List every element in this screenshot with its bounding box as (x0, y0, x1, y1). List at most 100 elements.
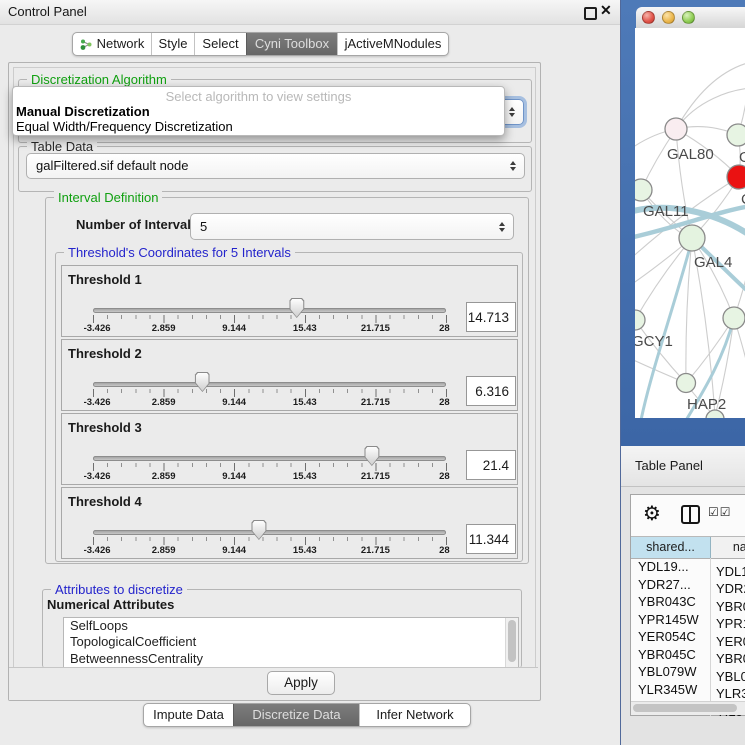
node-gcy1[interactable] (635, 310, 645, 330)
cell-shared-name[interactable]: YBR043C (631, 593, 711, 611)
table-row[interactable]: YBR043CYBR0 (631, 593, 745, 611)
node-label-partial-c: C (741, 191, 745, 208)
node-gal80[interactable] (665, 118, 687, 140)
tab-style[interactable]: Style (151, 33, 194, 55)
popup-option-equal-width-frequency[interactable]: Equal Width/Frequency Discretization (16, 119, 233, 134)
group-title-thresholds: Threshold's Coordinates for 5 Intervals (64, 245, 295, 260)
cell-shared-name[interactable]: YPR145W (631, 611, 711, 629)
cell-shared-name[interactable]: YBR045C (631, 646, 711, 664)
slider-thumb[interactable] (289, 298, 304, 318)
slider-track[interactable] (93, 530, 446, 535)
threshold-value-field[interactable]: 21.4 (466, 450, 516, 480)
tick-label: 9.144 (222, 397, 246, 408)
tab-infer-network[interactable]: Infer Network (359, 704, 470, 726)
cell-shared-name[interactable]: YDL19... (631, 558, 711, 576)
slider-thumb[interactable] (195, 372, 210, 392)
column-header-shared-name[interactable]: shared... (631, 537, 711, 558)
close-icon[interactable]: ✕ (600, 2, 612, 19)
tab-impute-data[interactable]: Impute Data (144, 704, 233, 726)
close-traffic-light-icon[interactable] (642, 11, 655, 24)
tab-jactivemnodules[interactable]: jActiveMNodules (337, 33, 448, 55)
node-gal4[interactable] (679, 225, 705, 251)
network-canvas[interactable]: GAL80 GAL11 GAL4 GCY1 HAP2 G C (635, 28, 745, 418)
tick-label: 15.43 (293, 323, 317, 334)
list-item[interactable]: BetweennessCentrality (64, 651, 518, 667)
threshold-value-field[interactable]: 14.713 (466, 302, 516, 332)
tick-label: 2.859 (152, 397, 176, 408)
tick-label: 9.144 (222, 545, 246, 556)
table-row[interactable]: YPR145WYPR1 (631, 611, 745, 629)
tick-label: 15.43 (293, 471, 317, 482)
cell-shared-name[interactable]: YBL079W (631, 663, 711, 681)
tab-cyni-toolbox[interactable]: Cyni Toolbox (246, 33, 337, 55)
node-right[interactable] (723, 307, 745, 329)
tick-label: 28 (439, 323, 450, 334)
slider-track[interactable] (93, 382, 446, 387)
numerical-attributes-list[interactable]: SelfLoops TopologicalCoefficient Between… (63, 617, 519, 668)
tab-label: Network (97, 33, 145, 55)
tab-discretize-data[interactable]: Discretize Data (233, 704, 359, 726)
table-row[interactable]: YBR045CYBR0 (631, 646, 745, 664)
slider-thumb[interactable] (364, 446, 379, 466)
slider-thumb[interactable] (251, 520, 266, 540)
apply-button[interactable]: Apply (267, 671, 335, 695)
column-layout-icon[interactable] (681, 505, 700, 524)
cell-shared-name[interactable]: YDR27... (631, 576, 711, 594)
scrollbar-thumb[interactable] (508, 620, 516, 662)
threshold-panel-4: Threshold 4 -3.426 2.859 9.144 15.43 21.… (61, 487, 518, 559)
list-item[interactable]: SelfLoops (64, 618, 518, 634)
bottom-tab-bar: Impute Data Discretize Data Infer Networ… (143, 703, 471, 727)
scrollbar-thumb[interactable] (633, 704, 737, 712)
table-row[interactable]: YLR345WYLR3 (631, 681, 745, 699)
table-row[interactable]: YER054CYER0 (631, 628, 745, 646)
gear-icon[interactable]: ⚙ (643, 501, 661, 525)
network-icon (80, 38, 93, 51)
tab-label: Discretize Data (252, 704, 340, 726)
number-of-intervals-spinner[interactable]: 5 (190, 213, 514, 240)
popup-option-manual-discretization[interactable]: Manual Discretization (16, 104, 150, 119)
number-of-intervals-value: 5 (200, 214, 207, 239)
horizontal-scrollbar[interactable] (631, 701, 745, 715)
cell-shared-name[interactable]: YER054C (631, 628, 711, 646)
tab-label: Infer Network (376, 704, 453, 726)
tick-label: 21.715 (361, 471, 390, 482)
threshold-slider[interactable]: -3.426 2.859 9.144 15.43 21.715 28 (93, 414, 446, 484)
network-window-titlebar[interactable] (636, 7, 745, 29)
group-title-attributes: Attributes to discretize (51, 582, 187, 597)
slider-ticks-major (93, 463, 447, 471)
threshold-value-field[interactable]: 6.316 (466, 376, 516, 406)
node-gal11[interactable] (635, 179, 652, 201)
table-row[interactable]: YBL079WYBL0 (631, 663, 745, 681)
zoom-traffic-light-icon[interactable] (682, 11, 695, 24)
table-row[interactable]: YDL19...YDL1 (631, 558, 745, 576)
table-row[interactable]: YDR27...YDR2 (631, 576, 745, 594)
numerical-attributes-heading: Numerical Attributes (47, 597, 174, 612)
node-label-gcy1: GCY1 (635, 333, 673, 350)
column-header-name[interactable]: name (711, 537, 745, 558)
slider-track[interactable] (93, 456, 446, 461)
threshold-panel-1: Threshold 1 -3.426 2.859 9.144 15.43 21.… (61, 265, 518, 337)
threshold-slider[interactable]: -3.426 2.859 9.144 15.43 21.715 28 (93, 340, 446, 410)
node-red-selected[interactable] (727, 165, 745, 189)
list-item[interactable]: TopologicalCoefficient (64, 634, 518, 650)
tab-label: Select (202, 33, 238, 55)
tab-select[interactable]: Select (194, 33, 246, 55)
cell-shared-name[interactable]: YLR345W (631, 681, 711, 699)
list-scrollbar[interactable] (505, 618, 518, 667)
tick-label: 21.715 (361, 397, 390, 408)
screenshot-root: Control Panel ✕ Network Style Select (0, 0, 745, 745)
float-window-icon[interactable] (584, 7, 597, 20)
minimize-traffic-light-icon[interactable] (662, 11, 675, 24)
select-columns-icon[interactable]: ☑☑ (708, 505, 732, 519)
tick-label: 9.144 (222, 471, 246, 482)
threshold-slider[interactable]: -3.426 2.859 9.144 15.43 21.715 28 (93, 266, 446, 336)
table-data-combobox[interactable]: galFiltered.sif default node (26, 153, 525, 179)
threshold-slider[interactable]: -3.426 2.859 9.144 15.43 21.715 28 (93, 488, 446, 558)
tab-network[interactable]: Network (73, 33, 151, 55)
node-top-right[interactable] (727, 124, 745, 146)
slider-track[interactable] (93, 308, 446, 313)
threshold-value-field[interactable]: 11.344 (466, 524, 516, 554)
table-panel-title: Table Panel (635, 446, 703, 486)
table-body: YDL19...YDL1 YDR27...YDR2 YBR043CYBR0 YP… (631, 558, 745, 716)
node-hap2[interactable] (677, 374, 696, 393)
